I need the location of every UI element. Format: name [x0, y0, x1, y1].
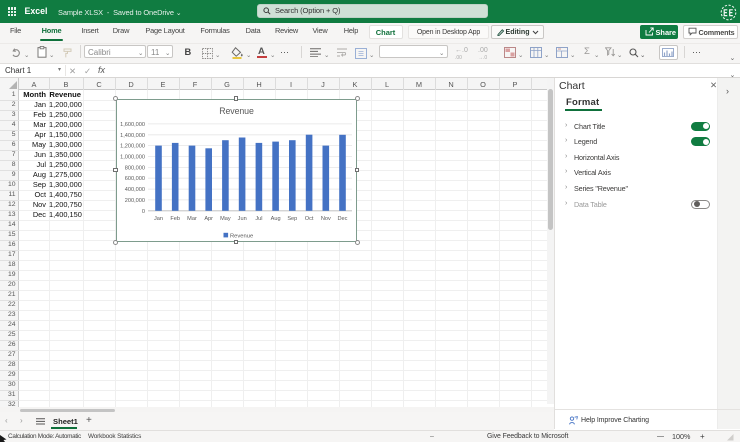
svg-text:0: 0 — [141, 208, 144, 214]
svg-text:Jul: Jul — [255, 215, 262, 221]
svg-text:1,000,000: 1,000,000 — [120, 154, 145, 160]
svg-text:1,200,000: 1,200,000 — [120, 143, 145, 149]
svg-text:Revenue: Revenue — [230, 233, 253, 239]
svg-text:600,000: 600,000 — [124, 176, 144, 182]
svg-text:May: May — [220, 215, 231, 221]
svg-text:Nov: Nov — [320, 215, 330, 221]
svg-text:400,000: 400,000 — [124, 187, 144, 193]
svg-text:Dec: Dec — [337, 215, 347, 221]
svg-text:Revenue: Revenue — [219, 106, 254, 116]
svg-text:Jun: Jun — [237, 215, 246, 221]
svg-text:1,600,000: 1,600,000 — [120, 121, 145, 127]
svg-text:Jan: Jan — [153, 215, 162, 221]
svg-text:800,000: 800,000 — [124, 165, 144, 171]
svg-text:Oct: Oct — [304, 215, 313, 221]
svg-text:Feb: Feb — [170, 215, 180, 221]
svg-text:200,000: 200,000 — [124, 197, 144, 203]
svg-text:1,400,000: 1,400,000 — [120, 132, 145, 138]
svg-text:Sep: Sep — [287, 215, 297, 221]
svg-text:Mar: Mar — [187, 215, 197, 221]
svg-text:Apr: Apr — [204, 215, 213, 221]
svg-text:Aug: Aug — [270, 215, 280, 221]
